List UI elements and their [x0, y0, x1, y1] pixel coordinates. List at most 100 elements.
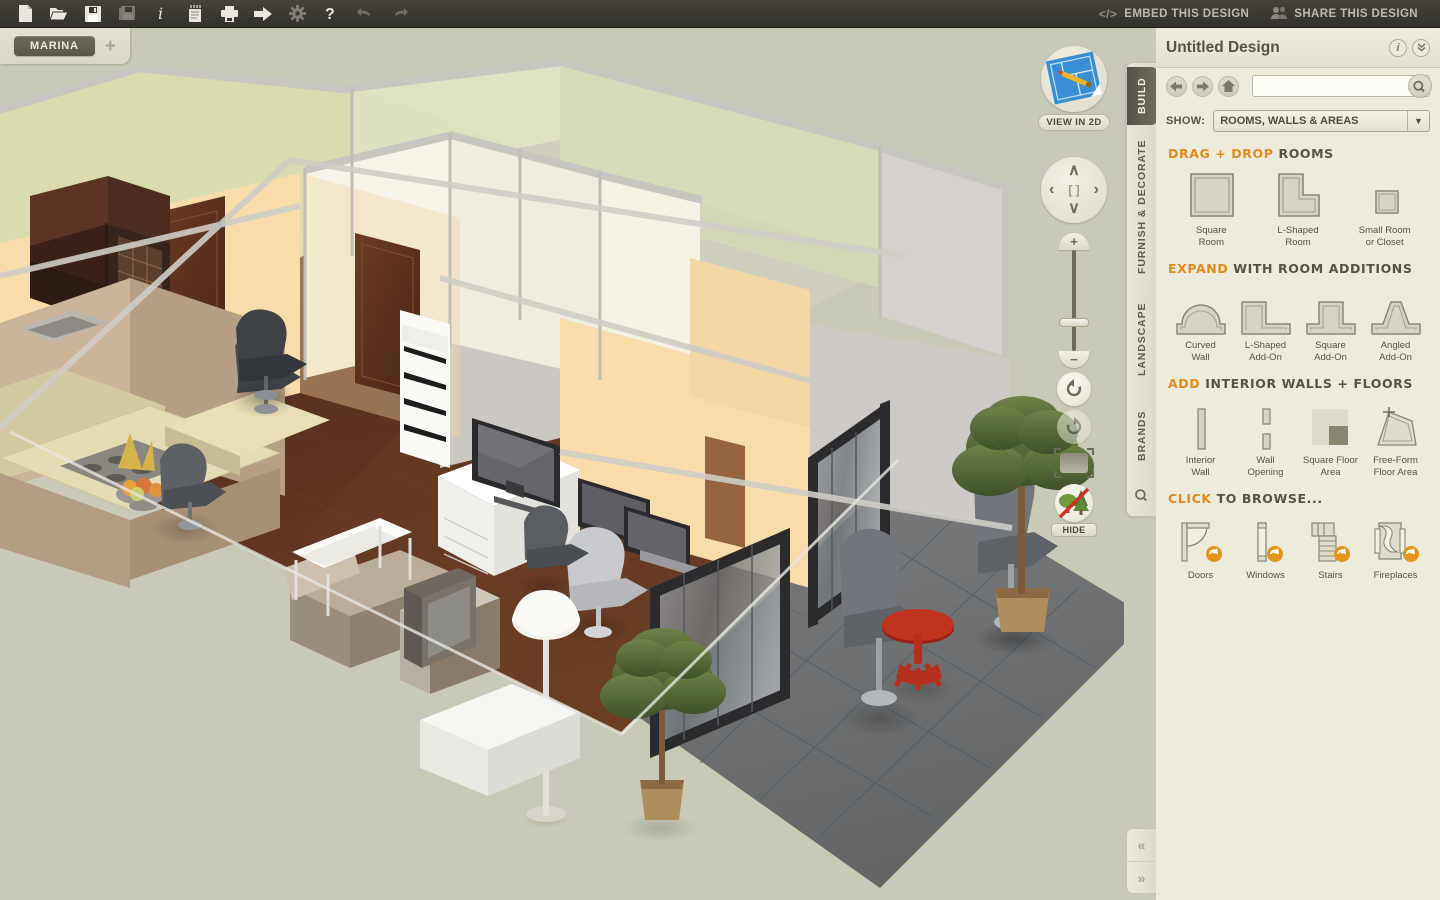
open-folder-icon[interactable] — [42, 1, 76, 27]
save-as-icon[interactable] — [110, 1, 144, 27]
pan-down-button[interactable]: ∨ — [1068, 201, 1080, 217]
search-input[interactable] — [1252, 75, 1430, 97]
tool-free-form-floor-area[interactable]: Free-Form Floor Area — [1363, 399, 1428, 479]
view-controls: VIEW IN 2D ∧ ∨ ‹ › [ ] + − HIDE — [1034, 46, 1114, 537]
search-button[interactable] — [1408, 74, 1432, 98]
small-room-icon — [1360, 169, 1410, 221]
info-icon[interactable]: i — [144, 1, 178, 27]
nav-home-button[interactable] — [1218, 75, 1239, 97]
zoom-handle[interactable] — [1059, 318, 1089, 327]
show-dropdown[interactable]: ROOMS, WALLS & AREAS ▼ — [1213, 110, 1430, 132]
tool-caption: L-Shaped Add-On — [1244, 340, 1287, 363]
heading-highlight: DRAG + DROP — [1168, 146, 1274, 161]
fit-to-frame-button[interactable] — [1054, 448, 1094, 478]
save-icon[interactable] — [76, 1, 110, 27]
tool-square-room[interactable]: Square Room — [1168, 169, 1255, 249]
notes-icon[interactable] — [178, 1, 212, 27]
pager-prev-button[interactable]: « — [1127, 829, 1156, 861]
tool-caption: Stairs — [1318, 570, 1343, 581]
free-form-floor-area-icon — [1372, 399, 1420, 451]
print-icon[interactable] — [212, 1, 246, 27]
floorplan-thumbnail-icon[interactable] — [1041, 46, 1107, 112]
tool-caption: Square Floor Area — [1303, 455, 1358, 478]
tool-caption: Windows — [1246, 570, 1285, 581]
tool-square-add-on[interactable]: Square Add-On — [1298, 284, 1363, 364]
svg-text:?: ? — [325, 6, 335, 22]
project-tab-marina[interactable]: MARINA — [14, 36, 95, 56]
rotate-ccw-button[interactable] — [1057, 372, 1091, 406]
nav-back-button[interactable] — [1166, 75, 1187, 97]
tool-caption: Square Add-On — [1314, 340, 1347, 363]
tool-caption: Wall Opening — [1247, 455, 1284, 478]
heading-rest: WITH ROOM ADDITIONS — [1233, 261, 1413, 276]
heading-rest: ROOMS — [1278, 146, 1334, 161]
pan-left-button[interactable]: ‹ — [1049, 182, 1054, 198]
sidebar-search-icon[interactable] — [1127, 481, 1157, 507]
pan-right-button[interactable]: › — [1094, 182, 1099, 198]
zoom-out-button[interactable]: − — [1059, 351, 1089, 368]
embed-this-design-button[interactable]: </> EMBED THIS DESIGN — [1091, 7, 1258, 21]
zoom-in-button[interactable]: + — [1059, 233, 1089, 250]
chevron-down-icon[interactable]: ▼ — [1407, 111, 1429, 131]
view-in-2d-label[interactable]: VIEW IN 2D — [1038, 114, 1110, 131]
zoom-track[interactable] — [1072, 250, 1076, 351]
sidebar-tab-landscape[interactable]: LANDSCAPE — [1127, 289, 1157, 389]
tool-caption: Free-Form Floor Area — [1373, 455, 1418, 478]
section-heading: DRAG + DROP ROOMS — [1168, 146, 1428, 161]
panel-collapse-chevron-icon[interactable] — [1412, 38, 1430, 57]
view-in-2d-control[interactable]: VIEW IN 2D — [1034, 46, 1114, 131]
sidebar-tab-brands[interactable]: BRANDS — [1127, 397, 1157, 475]
share-this-design-button[interactable]: SHARE THIS DESIGN — [1263, 6, 1426, 22]
undo-icon[interactable] — [348, 1, 382, 27]
tool-stairs[interactable]: Stairs — [1298, 514, 1363, 582]
panel-search — [1252, 74, 1432, 98]
pan-up-button[interactable]: ∧ — [1068, 163, 1080, 179]
export-icon[interactable] — [246, 1, 280, 27]
section-heading: ADD INTERIOR WALLS + FLOORS — [1168, 376, 1428, 391]
right-panel: Untitled Design i SHOW: ROOMS, WALLS & A… — [1156, 28, 1440, 900]
embed-label: EMBED THIS DESIGN — [1124, 7, 1250, 20]
tool-doors[interactable]: Doors — [1168, 514, 1233, 582]
tool-small-room-or-closet[interactable]: Small Room or Closet — [1341, 169, 1428, 249]
tool-caption: Interior Wall — [1185, 455, 1216, 478]
tool-windows[interactable]: Windows — [1233, 514, 1298, 582]
rotate-cw-button[interactable] — [1057, 410, 1091, 444]
tool-interior-wall[interactable]: Interior Wall — [1168, 399, 1233, 479]
tool-l-shaped-add-on[interactable]: L-Shaped Add-On — [1233, 284, 1298, 364]
hide-label[interactable]: HIDE — [1051, 523, 1097, 537]
tool-square-floor-area[interactable]: Square Floor Area — [1298, 399, 1363, 479]
zoom-slider[interactable]: + − — [1054, 233, 1094, 368]
tool-l-shaped-room[interactable]: L-Shaped Room — [1255, 169, 1342, 249]
sidebar-tab-furnish-decorate[interactable]: FURNISH & DECORATE — [1127, 133, 1157, 281]
sidebar-tab-build[interactable]: BUILD — [1127, 67, 1157, 125]
design-info-icon[interactable]: i — [1389, 38, 1407, 57]
tool-caption: Angled Add-On — [1379, 340, 1412, 363]
settings-gear-icon[interactable] — [280, 1, 314, 27]
tool-curved-wall[interactable]: Curved Wall — [1168, 284, 1233, 364]
tool-fireplaces[interactable]: Fireplaces — [1363, 514, 1428, 582]
show-filter-row: SHOW: ROOMS, WALLS & AREAS ▼ — [1156, 104, 1440, 138]
nav-forward-button[interactable] — [1192, 75, 1213, 97]
recenter-button[interactable]: [ ] — [1068, 184, 1079, 196]
tool-caption: Small Room or Closet — [1358, 225, 1411, 248]
tool-wall-opening[interactable]: Wall Opening — [1233, 399, 1298, 479]
l-shaped-add-on-icon — [1239, 284, 1293, 336]
design-canvas-3d[interactable] — [0, 28, 1124, 900]
pager-next-button[interactable]: » — [1127, 861, 1156, 893]
wall-opening-icon — [1246, 399, 1286, 451]
pan-direction-pad[interactable]: ∧ ∨ ‹ › [ ] — [1041, 157, 1107, 223]
help-icon[interactable]: ? — [314, 1, 348, 27]
section-heading: EXPAND WITH ROOM ADDITIONS — [1168, 261, 1428, 276]
new-file-icon[interactable] — [8, 1, 42, 27]
tool-caption: L-Shaped Room — [1277, 225, 1319, 248]
fireplace-icon — [1371, 514, 1421, 566]
hide-trees-icon[interactable] — [1055, 484, 1093, 522]
tool-angled-add-on[interactable]: Angled Add-On — [1363, 284, 1428, 364]
add-project-tab-button[interactable]: + — [105, 37, 116, 56]
show-selected-value: ROOMS, WALLS & AREAS — [1220, 115, 1359, 127]
panel-pager: « » — [1126, 828, 1156, 894]
project-tab-bar: MARINA + — [0, 28, 130, 64]
redo-icon[interactable] — [382, 1, 416, 27]
hide-landscape-control: HIDE — [1034, 484, 1114, 537]
code-brackets-icon: </> — [1098, 6, 1118, 21]
